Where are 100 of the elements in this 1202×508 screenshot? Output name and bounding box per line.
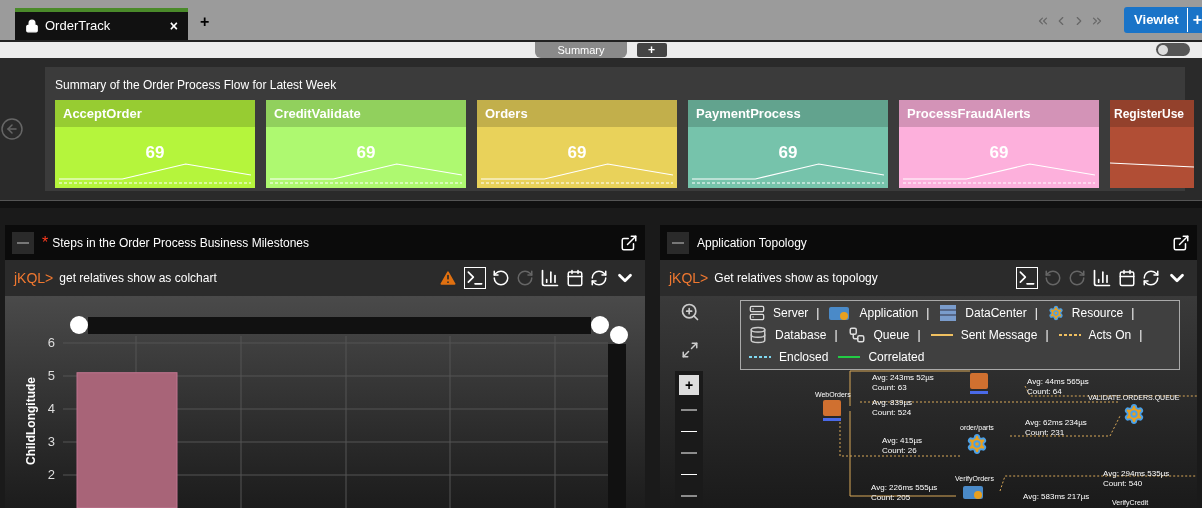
bar-chart-icon[interactable] [540,268,560,288]
card-title: ProcessFraudAlerts [907,104,1031,123]
add-tab-button[interactable]: + [200,10,210,34]
edge-count: Count: 231 [1025,428,1066,438]
console-icon[interactable] [464,267,486,289]
legend-separator: | [1045,327,1049,344]
legend-label: Sent Message [960,327,1038,344]
legend-label: Acts On [1088,327,1132,344]
edge-count: Count: 64 [1027,387,1063,397]
calendar-icon[interactable] [1118,269,1136,287]
collapse-button[interactable] [12,231,34,254]
database-icon [749,326,767,344]
legend-label: DataCenter [965,305,1027,322]
zoom-plus-button[interactable]: + [679,375,699,395]
add-view-button[interactable]: + [636,43,667,57]
edge-count: Count: 26 [882,446,918,456]
y-tick-label: 6 [47,335,55,350]
bar-chart-icon[interactable] [1092,268,1112,288]
panel-title: Application Topology [697,234,808,252]
minus-icon [672,241,684,244]
legend-label: Queue [873,327,910,344]
close-tab-button[interactable]: × [169,15,178,37]
edge-average: Avg: 294ms 535µs [1103,469,1170,479]
edge-count: Count: 205 [871,493,912,503]
add-viewlet-label: + [1186,8,1202,32]
start-box-icon [822,400,843,422]
fit-view-icon[interactable] [681,341,699,359]
edge-average: Avg: 44ms 565µs [1027,377,1089,387]
card-value: 69 [566,144,588,161]
tab-label: OrderTrack [45,17,112,36]
scroller-handle[interactable] [70,316,88,334]
refresh-icon[interactable] [590,269,608,287]
edge-average: Avg: 415µs [882,436,923,446]
card-title: Orders [485,104,528,123]
edge-average: Avg: 62ms 234µs [1025,418,1087,428]
legend-separator: | [1034,305,1038,322]
minus-icon [17,241,29,244]
box-icon [970,373,990,395]
redo-icon[interactable] [516,269,534,287]
metric-card[interactable]: RegisterUse [1110,100,1194,188]
card-title: AcceptOrder [63,104,142,123]
card-title: CreditValidate [274,104,361,123]
legend-label: Application [859,305,919,322]
legend-separator: | [834,327,838,344]
edge-count: Count: 63 [872,383,908,393]
queue-icon [847,326,866,344]
card-title: PaymentProcess [696,104,801,123]
y-tick-label: 3 [47,434,55,449]
legend-separator: | [1131,305,1135,322]
query-prompt: jKQL> [14,268,54,288]
legend-label: Enclosed [779,349,829,366]
refresh-icon[interactable] [1142,269,1160,287]
rack-icon [939,304,958,322]
card-value: 69 [777,144,799,161]
server-icon [749,305,765,321]
y-axis-title: ChildLongitude [24,377,38,465]
legend-separator: | [1139,327,1143,344]
card-value: 69 [988,144,1010,161]
legend-label: Correlated [868,349,925,366]
edge-average: Avg: 839µs [872,398,913,408]
gear-icon [1122,403,1145,425]
card-value: 69 [355,144,377,161]
panel-title: Steps in the Order Process Business Milestones [52,234,310,252]
workspace-tab[interactable]: OrderTrack × [15,8,188,40]
warning-icon[interactable] [438,268,458,288]
edge-average: Avg: 226ms 555µs [871,483,938,493]
legend-separator: | [926,305,930,322]
y-tick-label: 4 [47,401,55,416]
popout-icon[interactable] [620,233,638,252]
legend-label: Server [773,305,809,322]
edge-average: Avg: 243ms 52µs [872,373,934,383]
gear-icon [1047,305,1064,321]
y-tick-label: 2 [47,467,55,482]
edge-average: Avg: 583ms 217µs [1023,492,1090,502]
query-text[interactable]: get relatives show as colchart [59,269,432,287]
lock-icon [25,19,39,33]
collapse-button[interactable] [667,231,689,254]
query-prompt: jKQL> [669,268,709,288]
popout-icon[interactable] [1172,233,1190,252]
y-tick-label: 5 [47,368,55,383]
gear-icon [965,433,988,455]
zoom-reset-button[interactable] [610,326,628,344]
summary-title: Summary of the Order Process Flow for Latest Week [55,77,338,94]
zoom-in-icon[interactable] [680,302,700,322]
calendar-icon[interactable] [566,269,584,287]
edge-count: Count: 524 [872,408,913,418]
modified-marker: * [42,232,49,253]
redo-icon[interactable] [1068,269,1086,287]
scroller-handle[interactable] [591,316,609,334]
toggle-switch[interactable] [1156,43,1190,56]
legend-label: Resource [1071,305,1124,322]
edge-count: Count: 540 [1103,479,1144,489]
legend-label: Database [775,327,827,344]
legend-separator: | [917,327,921,344]
query-text[interactable]: Get relatives show as topology [714,269,1010,287]
viewlet-button[interactable]: Viewlet + [1124,7,1202,33]
card-value: 69 [144,144,166,161]
splitter-bar[interactable] [0,200,1202,208]
console-icon[interactable] [1016,267,1038,289]
card-title: RegisterUse [1114,105,1185,123]
